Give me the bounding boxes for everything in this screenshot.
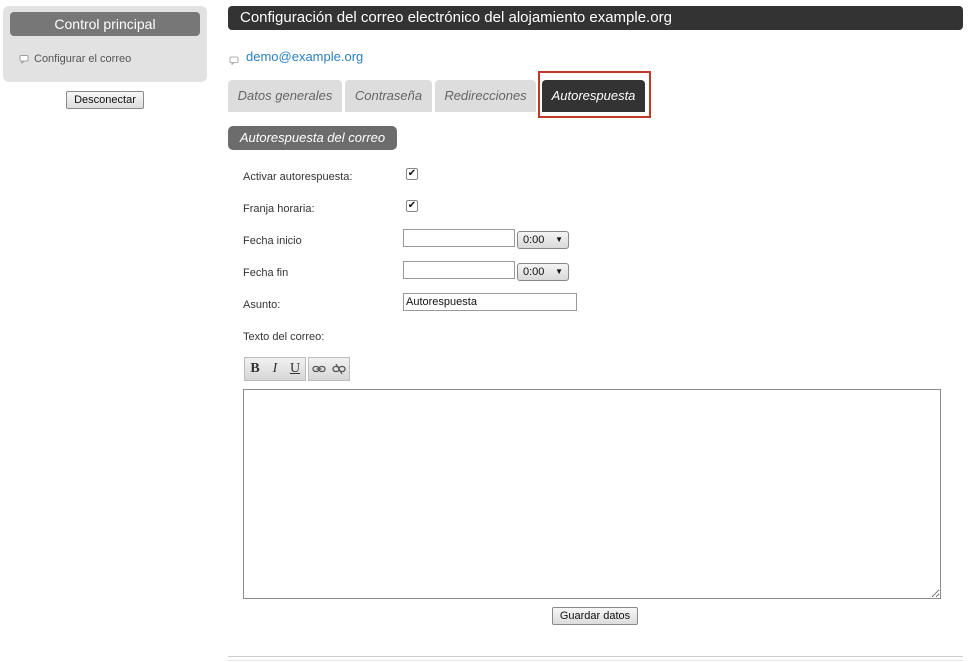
page-title: Configuración del correo electrónico del… [228,6,963,30]
start-time-value: 0:00 [523,234,545,246]
mail-bubble-icon [229,52,239,65]
account-row: demo@example.org [229,49,363,65]
sidebar: Control principal Configurar el correo [3,6,207,82]
section-title: Autorespuesta del correo [228,126,397,150]
timeframe-label: Franja horaria: [243,203,315,215]
sidebar-title: Control principal [10,12,200,36]
end-time-value: 0:00 [523,266,545,278]
activate-checkbox[interactable]: ✔ [406,168,418,180]
end-date-input[interactable] [403,261,515,279]
sidebar-item-label: Configurar el correo [34,53,132,65]
editor-toolbar: B I U [244,357,352,381]
unlink-icon[interactable] [329,358,349,380]
tab-general-data[interactable]: Datos generales [228,80,342,112]
body-label: Texto del correo: [243,331,325,343]
chevron-down-icon: ▼ [555,235,563,244]
link-icon[interactable] [309,358,329,380]
active-tab-highlight [538,71,651,118]
save-button[interactable]: Guardar datos [552,607,638,625]
chevron-down-icon: ▼ [555,267,563,276]
sidebar-item-configure-mail[interactable]: Configurar el correo [19,52,131,66]
activate-label: Activar autorespuesta: [243,171,353,183]
start-date-input[interactable] [403,229,515,247]
end-date-label: Fecha fin [243,267,289,279]
subject-label: Asunto: [243,299,281,311]
format-tool-group: B I U [244,357,306,381]
subject-input[interactable] [403,293,577,311]
start-time-select[interactable]: 0:00 ▼ [517,231,569,249]
underline-button[interactable]: U [285,358,305,380]
email-body-editor[interactable] [243,389,941,599]
tab-redirects[interactable]: Redirecciones [435,80,536,112]
bold-button[interactable]: B [245,358,265,380]
link-tool-group [308,357,350,381]
account-email-link[interactable]: demo@example.org [246,49,363,64]
speech-bubble-icon [19,54,29,64]
logout-button[interactable]: Desconectar [66,91,144,109]
tab-password[interactable]: Contraseña [345,80,432,112]
timeframe-checkbox[interactable]: ✔ [406,200,418,212]
start-date-label: Fecha inicio [243,235,302,247]
end-time-select[interactable]: 0:00 ▼ [517,263,569,281]
footer-divider [228,656,963,661]
italic-button[interactable]: I [265,358,285,380]
